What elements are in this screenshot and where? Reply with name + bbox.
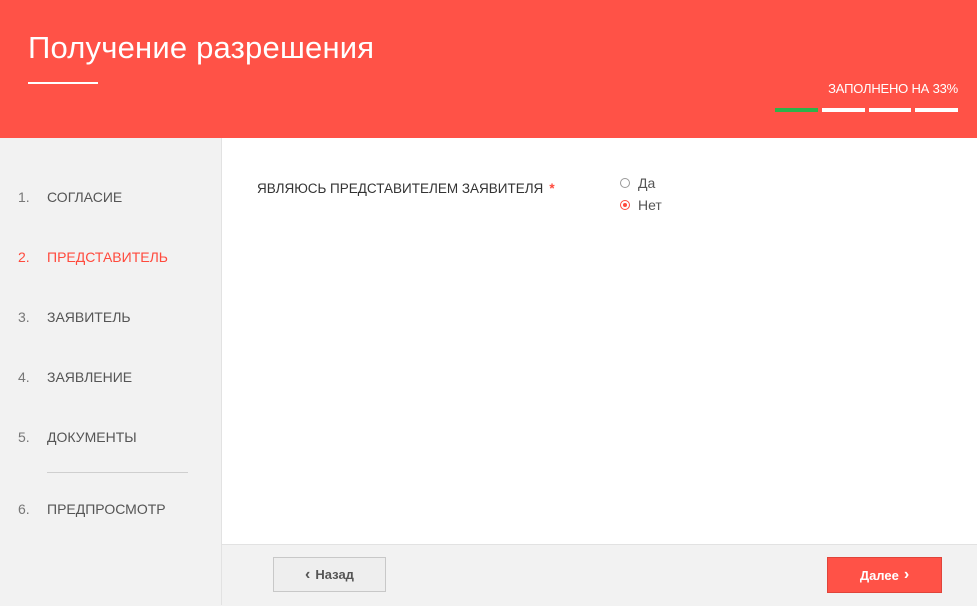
next-button-label: Далее xyxy=(859,567,899,583)
progress-label: ЗАПОЛНЕНО НА 33% xyxy=(828,81,958,96)
next-button[interactable]: Далее › xyxy=(827,557,942,593)
step-label: СОГЛАСИЕ xyxy=(47,189,123,205)
steps-sidebar: 1. СОГЛАСИЕ 2. ПРЕДСТАВИТЕЛЬ 3. ЗАЯВИТЕЛ… xyxy=(0,138,222,605)
sidebar-item-representative[interactable]: 2. ПРЕДСТАВИТЕЛЬ xyxy=(18,249,168,265)
progress-segment xyxy=(868,108,912,112)
title-underline xyxy=(28,82,98,84)
radio-yes-label: Да xyxy=(638,175,656,191)
required-mark: * xyxy=(549,181,555,196)
form-content: ЯВЛЯЮСЬ ПРЕДСТАВИТЕЛЕМ ЗАЯВИТЕЛЯ * Да Нет xyxy=(222,138,977,544)
step-number: 1. xyxy=(18,189,30,205)
sidebar-divider xyxy=(47,472,188,473)
page-title: Получение разрешения xyxy=(28,30,375,65)
chevron-right-icon: › xyxy=(903,566,910,583)
step-number: 4. xyxy=(18,369,30,385)
radio-option-yes[interactable]: Да xyxy=(620,175,655,191)
header-bar: Получение разрешения ЗАПОЛНЕНО НА 33% xyxy=(0,0,977,138)
progress-segment xyxy=(915,108,958,112)
back-button-label: Назад xyxy=(315,567,354,582)
sidebar-item-documents[interactable]: 5. ДОКУМЕНТЫ xyxy=(18,429,137,445)
sidebar-item-applicant[interactable]: 3. ЗАЯВИТЕЛЬ xyxy=(18,309,131,325)
progress-segment xyxy=(821,108,865,112)
radio-no-label: Нет xyxy=(638,197,662,213)
form-footer: ‹ Назад Далее › xyxy=(222,544,977,606)
back-button[interactable]: ‹ Назад xyxy=(273,557,386,592)
step-label: ДОКУМЕНТЫ xyxy=(47,429,137,445)
radio-yes-circle[interactable] xyxy=(620,178,630,188)
chevron-left-icon: ‹ xyxy=(305,565,311,583)
step-number: 2. xyxy=(18,249,30,265)
representative-question-label: ЯВЛЯЮСЬ ПРЕДСТАВИТЕЛЕМ ЗАЯВИТЕЛЯ * xyxy=(257,181,555,196)
step-label: ПРЕДСТАВИТЕЛЬ xyxy=(47,249,168,265)
question-text: ЯВЛЯЮСЬ ПРЕДСТАВИТЕЛЕМ ЗАЯВИТЕЛЯ xyxy=(257,181,544,196)
sidebar-item-consent[interactable]: 1. СОГЛАСИЕ xyxy=(18,189,122,205)
step-label: ЗАЯВИТЕЛЬ xyxy=(47,309,131,325)
step-number: 5. xyxy=(18,429,30,445)
step-number: 6. xyxy=(18,501,30,517)
sidebar-item-application[interactable]: 4. ЗАЯВЛЕНИЕ xyxy=(18,369,132,385)
progress-bar xyxy=(775,108,958,112)
step-label: ЗАЯВЛЕНИЕ xyxy=(47,369,133,385)
radio-option-no[interactable]: Нет xyxy=(620,197,662,213)
radio-no-circle[interactable] xyxy=(620,200,630,210)
progress-segment xyxy=(775,108,818,112)
step-label: ПРЕДПРОСМОТР xyxy=(47,501,166,517)
step-number: 3. xyxy=(18,309,30,325)
sidebar-item-preview[interactable]: 6. ПРЕДПРОСМОТР xyxy=(18,501,166,517)
